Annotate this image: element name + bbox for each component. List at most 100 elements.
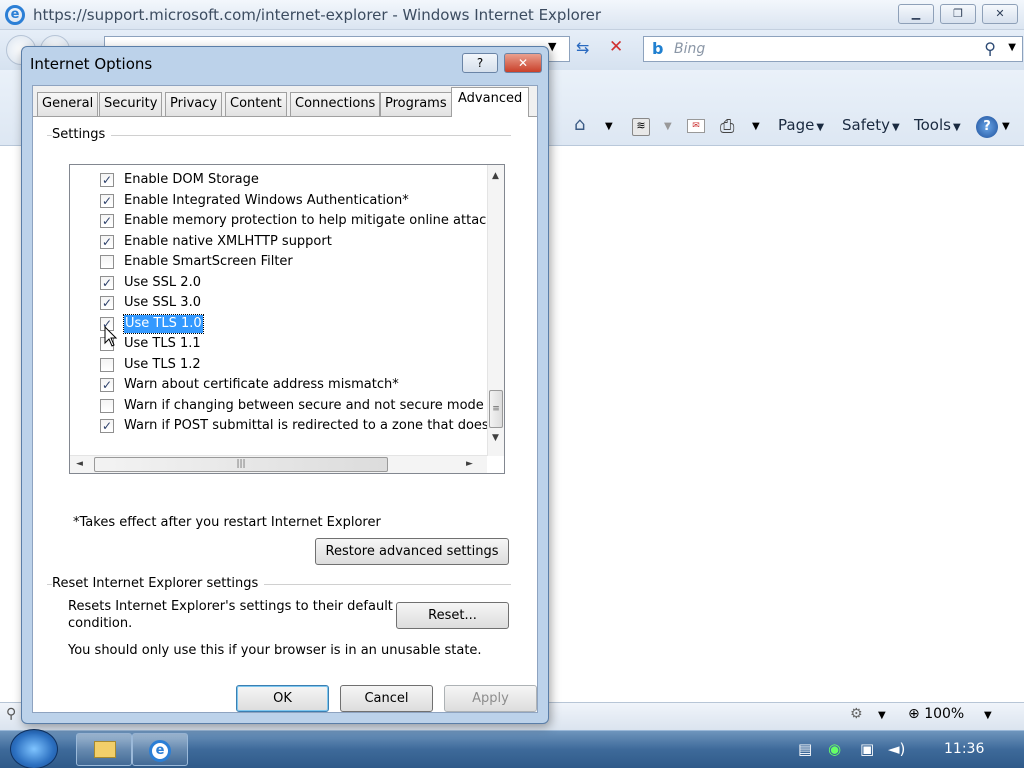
setting-label: Use TLS 1.0 xyxy=(123,313,204,334)
setting-label: Enable Integrated Windows Authentication… xyxy=(124,192,409,208)
tray-notes-icon[interactable]: ▤ xyxy=(798,740,812,758)
setting-label: Enable DOM Storage xyxy=(124,172,259,187)
reset-button-label: Reset... xyxy=(428,608,477,623)
scroll-left-icon[interactable]: ◄ xyxy=(76,459,83,469)
restore-advanced-settings-label: Restore advanced settings xyxy=(325,544,499,559)
setting-label: Enable memory protection to help mitigat… xyxy=(124,213,505,228)
search-box[interactable]: b Bing ⚲ ▼ xyxy=(643,36,1023,62)
settings-vertical-scrollbar[interactable]: ▲ ≡ ▼ xyxy=(487,165,504,456)
setting-checkbox[interactable]: ✓ xyxy=(100,296,114,310)
setting-label: Warn if changing between secure and not … xyxy=(124,397,484,413)
setting-checkbox[interactable]: ✓ xyxy=(100,275,114,290)
protected-mode-icon[interactable]: ⚙ xyxy=(850,706,863,722)
feeds-dropdown-icon[interactable]: ▼ xyxy=(664,121,672,132)
tools-menu-dropdown-icon: ▼ xyxy=(952,122,961,133)
zoom-level[interactable]: ⊕ 100% xyxy=(908,706,964,722)
tab-advanced-label: Advanced xyxy=(458,91,523,106)
dialog-title: Internet Options xyxy=(30,55,153,73)
protected-mode-dropdown-icon[interactable]: ▼ xyxy=(878,710,886,721)
tab-security[interactable]: Security xyxy=(99,92,163,116)
page-menu-label: Page xyxy=(778,116,815,134)
tab-programs[interactable]: Programs xyxy=(380,92,452,116)
apply-button-label: Apply xyxy=(472,691,509,706)
tab-content[interactable]: Content xyxy=(225,92,287,116)
tray-network-icon[interactable]: ▣ xyxy=(860,740,874,758)
print-dropdown-icon[interactable]: ▼ xyxy=(752,121,760,132)
reset-description-line2: condition. xyxy=(68,616,133,631)
dialog-help-label: ? xyxy=(476,56,484,70)
setting-checkbox[interactable]: ✓ xyxy=(100,419,114,433)
scroll-right-icon[interactable]: ► xyxy=(466,459,473,469)
reset-group-label: Reset Internet Explorer settings xyxy=(52,576,265,591)
zoom-icon: ⊕ xyxy=(908,706,925,722)
ie-taskbar-button[interactable]: e xyxy=(132,733,188,766)
mouse-cursor-icon xyxy=(104,326,118,347)
apply-button[interactable]: Apply xyxy=(444,685,537,712)
feeds-icon[interactable]: ≋ xyxy=(632,118,650,136)
tab-programs-label: Programs xyxy=(385,96,447,111)
tab-general[interactable]: General xyxy=(37,92,99,116)
setting-checkbox[interactable]: ✓ xyxy=(100,234,114,249)
setting-checkbox[interactable]: ✓ xyxy=(100,193,114,208)
page-menu-dropdown-icon: ▼ xyxy=(816,122,825,133)
dialog-help-button[interactable]: ? xyxy=(462,53,498,73)
setting-checkbox[interactable] xyxy=(100,398,114,413)
search-placeholder: Bing xyxy=(674,41,706,57)
dialog-close-button[interactable]: ✕ xyxy=(504,53,542,73)
page-menu[interactable]: Page ▼ xyxy=(778,116,824,134)
taskbar-clock[interactable]: 11:36 xyxy=(944,741,984,757)
horizontal-scroll-thumb[interactable]: ||| xyxy=(94,457,388,472)
dialog-body: General Security Privacy Content Connect… xyxy=(32,85,538,713)
ie-window-title: https://support.microsoft.com/internet-e… xyxy=(33,6,602,24)
tab-connections[interactable]: Connections xyxy=(290,92,381,116)
internet-options-dialog: Internet Options ? ✕ General Security Pr… xyxy=(21,46,549,724)
settings-group-line xyxy=(47,135,511,136)
restart-note: *Takes effect after you restart Internet… xyxy=(73,515,381,530)
setting-checkbox[interactable] xyxy=(100,357,114,372)
tab-connections-label: Connections xyxy=(295,96,376,111)
explorer-taskbar-button[interactable] xyxy=(76,733,132,766)
settings-horizontal-scrollbar[interactable]: ◄ ||| ► xyxy=(70,455,487,473)
safety-menu[interactable]: Safety ▼ xyxy=(842,116,900,134)
address-dropdown-icon[interactable]: ▼ xyxy=(548,40,556,53)
setting-label: Use TLS 1.1 xyxy=(124,336,201,351)
search-dropdown-icon[interactable]: ▼ xyxy=(1008,42,1016,53)
start-button[interactable] xyxy=(10,729,58,768)
scroll-up-icon[interactable]: ▲ xyxy=(492,171,499,181)
stop-icon[interactable]: ✕ xyxy=(609,37,623,57)
ok-button[interactable]: OK xyxy=(236,685,329,712)
tab-advanced[interactable]: Advanced xyxy=(451,87,530,117)
ie-close-button[interactable]: ✕ xyxy=(982,4,1018,24)
help-dropdown-icon[interactable]: ▼ xyxy=(1002,121,1010,132)
reset-button[interactable]: Reset... xyxy=(396,602,509,629)
home-icon[interactable]: ⌂ xyxy=(574,114,585,135)
home-dropdown-icon[interactable]: ▼ xyxy=(605,121,613,132)
setting-checkbox[interactable]: ✓ xyxy=(100,378,114,392)
setting-checkbox[interactable] xyxy=(100,255,114,269)
maximize-button[interactable]: ❐ xyxy=(940,4,976,24)
tab-content-label: Content xyxy=(230,96,282,111)
search-icon[interactable]: ⚲ xyxy=(984,39,996,58)
mail-icon[interactable]: ✉ xyxy=(687,119,705,133)
tools-menu[interactable]: Tools ▼ xyxy=(914,116,961,134)
help-icon[interactable]: ? xyxy=(976,116,998,138)
tab-privacy[interactable]: Privacy xyxy=(165,92,223,116)
minimize-button[interactable]: ▁ xyxy=(898,4,934,24)
safety-menu-dropdown-icon: ▼ xyxy=(891,122,900,133)
tab-general-label: General xyxy=(42,96,94,111)
vertical-scroll-thumb[interactable]: ≡ xyxy=(489,390,503,428)
setting-checkbox[interactable]: ✓ xyxy=(100,214,114,228)
refresh-icon[interactable]: ⇆ xyxy=(576,38,589,57)
tray-volume-icon[interactable]: ◄) xyxy=(888,740,905,758)
safety-menu-label: Safety xyxy=(842,116,890,134)
setting-checkbox[interactable]: ✓ xyxy=(100,173,114,187)
cancel-button[interactable]: Cancel xyxy=(340,685,433,712)
tray-security-icon[interactable]: ◉ xyxy=(828,740,841,758)
restore-advanced-settings-button[interactable]: Restore advanced settings xyxy=(315,538,509,565)
ie-title-bar: e https://support.microsoft.com/internet… xyxy=(0,0,1024,30)
print-icon[interactable]: ⎙ xyxy=(720,116,734,137)
folder-icon xyxy=(94,741,116,758)
scroll-down-icon[interactable]: ▼ xyxy=(492,433,499,443)
settings-list[interactable]: ✓ Enable DOM Storage ✓ Enable Integrated Wi… xyxy=(69,164,505,474)
zoom-dropdown-icon[interactable]: ▼ xyxy=(984,710,992,721)
